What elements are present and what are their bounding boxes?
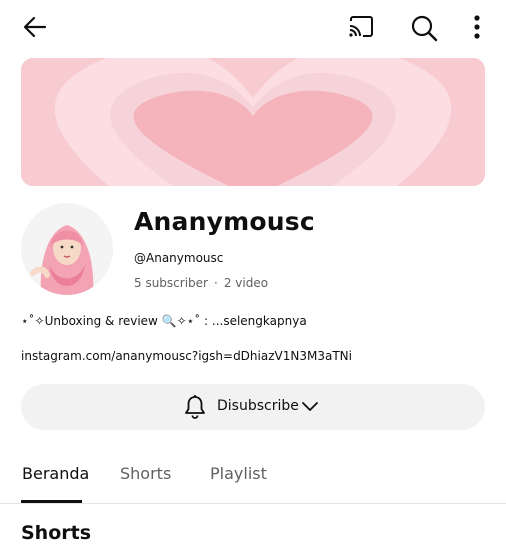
chevron-down-icon [302, 402, 318, 411]
channel-handle: @Ananymousc [134, 251, 224, 265]
channel-description[interactable]: ⋆˚✧Unboxing & review 🔍✧⋆˚ : ...selengkap… [21, 314, 307, 328]
channel-link[interactable]: instagram.com/ananymousc?igsh=dDhiazV1N3… [21, 349, 352, 363]
cast-icon[interactable] [347, 14, 375, 40]
section-title-shorts: Shorts [21, 522, 92, 544]
pink-heart-banner [21, 58, 485, 186]
stats-separator: · [213, 276, 218, 290]
channel-stats: 5 subscriber · 2 video [134, 276, 268, 290]
subscriber-count: 5 subscriber [134, 276, 208, 290]
arrow-left-icon[interactable] [22, 14, 48, 40]
top-app-bar [0, 0, 506, 54]
subscribed-button[interactable]: Disubscribe [21, 384, 485, 430]
video-count: 2 video [223, 276, 269, 290]
tab-beranda[interactable]: Beranda [22, 464, 89, 483]
channel-name: Ananymousc [134, 207, 315, 236]
active-tab-indicator [21, 500, 82, 503]
channel-banner [21, 58, 485, 186]
description-text: ⋆˚✧Unboxing & review 🔍✧⋆˚ : [21, 314, 209, 328]
channel-tabs: Beranda Shorts Playlist [0, 455, 506, 504]
tab-playlist[interactable]: Playlist [210, 464, 267, 483]
subscribed-label: Disubscribe [217, 398, 299, 414]
read-more-link[interactable]: ...selengkapnya [212, 314, 307, 328]
avatar[interactable] [21, 203, 113, 295]
tab-shorts[interactable]: Shorts [120, 464, 171, 483]
avatar-image [21, 203, 113, 295]
more-vertical-icon[interactable] [471, 14, 483, 40]
search-icon[interactable] [410, 14, 438, 42]
bell-icon [185, 395, 205, 419]
